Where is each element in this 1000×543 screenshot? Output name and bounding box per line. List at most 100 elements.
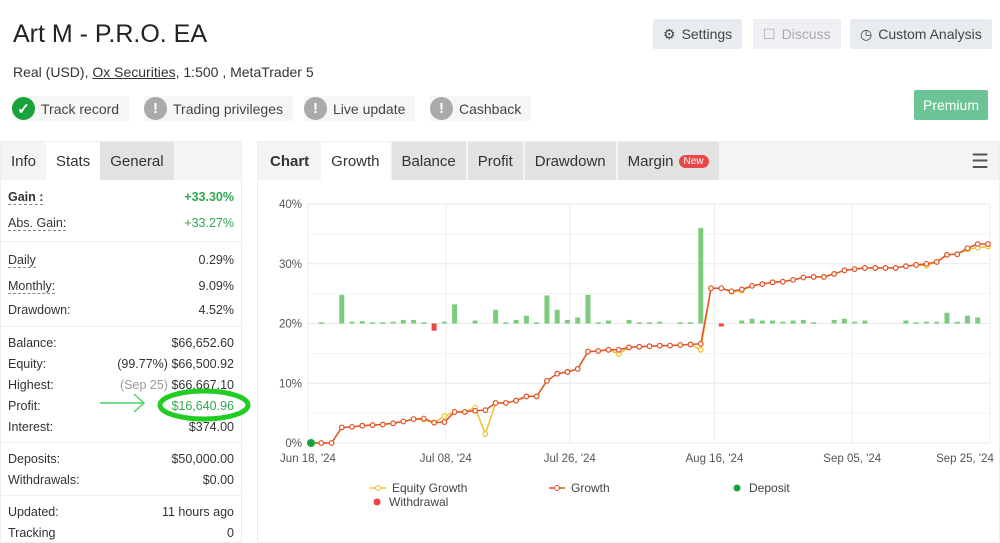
growth-point (892, 265, 899, 271)
profit-bar (421, 322, 427, 324)
profit-bar (493, 309, 499, 324)
profit-bar (903, 320, 909, 324)
growth-point (790, 276, 797, 283)
growth-point (554, 370, 561, 377)
growth-point (851, 266, 858, 273)
growth-point (472, 407, 479, 414)
growth-point (626, 344, 632, 351)
growth-chart: 0% 10% 20% 30% 40% Jun 18, '24 Jul 08, '24 Jul … (279, 199, 995, 465)
growth-point (933, 259, 940, 265)
growth-point (318, 440, 325, 446)
legend-deposit-marker-icon (733, 484, 741, 492)
legend-label: Equity Growth (392, 481, 468, 495)
growth-point (585, 348, 591, 355)
profit-bar (964, 315, 970, 324)
profit-bar (944, 312, 950, 324)
legend-equity-marker-icon (370, 485, 386, 491)
growth-point (451, 409, 458, 415)
legend-label: Deposit (749, 481, 790, 495)
growth-point (461, 409, 468, 415)
profit-bar (605, 320, 611, 324)
growth-point (328, 440, 335, 446)
growth-point (738, 286, 745, 293)
equity-growth-point (482, 431, 489, 437)
growth-point (431, 419, 437, 426)
growth-point (359, 422, 366, 429)
profit-bar (759, 320, 765, 324)
profit-bar (647, 322, 652, 324)
growth-point (523, 393, 530, 400)
growth-point (810, 273, 817, 280)
growth-point (923, 260, 930, 267)
growth-point (749, 282, 755, 289)
growth-point (400, 418, 407, 425)
profit-bar (780, 321, 786, 324)
profit-bar (595, 322, 601, 324)
x-tick-label: Sep 25, '24 (936, 453, 994, 465)
growth-point (800, 274, 807, 281)
x-tick-label: Aug 16, '24 (686, 453, 744, 465)
growth-point (667, 342, 673, 349)
growth-point (841, 267, 848, 274)
profit-bar (380, 322, 386, 324)
profit-bar (575, 317, 581, 324)
growth-point (687, 341, 694, 348)
growth-point (769, 279, 776, 286)
deposit-marker (307, 439, 315, 447)
x-tick-label: Sep 05, '24 (823, 453, 881, 465)
profit-bar (739, 320, 745, 324)
y-tick-label: 30% (279, 259, 302, 271)
growth-point (903, 263, 909, 270)
growth-point (595, 348, 602, 354)
growth-point (349, 423, 355, 430)
growth-point (615, 346, 622, 353)
profit-bar (441, 321, 447, 324)
legend-deposit[interactable]: Deposit (733, 481, 790, 495)
withdrawal-bar (431, 323, 437, 331)
y-tick-label: 40% (279, 199, 302, 211)
profit-bar (318, 322, 324, 324)
legend-equity-growth[interactable]: Equity Growth (370, 481, 467, 495)
profit-bar (934, 321, 940, 324)
profit-bar (636, 322, 642, 324)
profit-bar (677, 322, 683, 324)
profit-bar (852, 321, 858, 324)
growth-point (985, 241, 991, 247)
profit-bar (862, 320, 868, 324)
profit-bar (349, 321, 355, 324)
growth-point (441, 419, 448, 425)
profit-bar (390, 321, 396, 324)
growth-point (882, 265, 889, 271)
profit-bar (564, 319, 570, 324)
legend-withdrawal[interactable]: Withdrawal (373, 495, 448, 509)
y-tick-label: 10% (279, 378, 302, 390)
growth-point (728, 288, 735, 295)
growth-point (974, 241, 981, 247)
profit-bar (688, 322, 694, 324)
growth-point (718, 285, 725, 292)
growth-point (913, 262, 920, 268)
growth-point (605, 346, 612, 353)
profit-bar (513, 319, 519, 324)
profit-bar (411, 319, 417, 324)
growth-point (862, 265, 868, 271)
legend-growth-marker-icon (549, 485, 565, 491)
profit-bar (339, 294, 345, 324)
equity-growth-point (441, 413, 448, 420)
x-tick-label: Jul 08, '24 (420, 453, 473, 465)
growth-point (502, 400, 509, 406)
growth-point (544, 377, 550, 384)
growth-point (964, 245, 971, 252)
growth-point (564, 368, 571, 375)
profit-bar (831, 319, 837, 324)
growth-point (708, 285, 714, 292)
legend-growth[interactable]: Growth (549, 481, 610, 495)
profit-bar (370, 322, 376, 324)
growth-point (410, 416, 417, 423)
profit-bar (585, 294, 591, 324)
growth-point (420, 415, 427, 422)
profit-bar (534, 322, 540, 324)
profit-bar (554, 309, 560, 324)
growth-point (779, 278, 786, 285)
equity-growth-point (697, 346, 704, 353)
